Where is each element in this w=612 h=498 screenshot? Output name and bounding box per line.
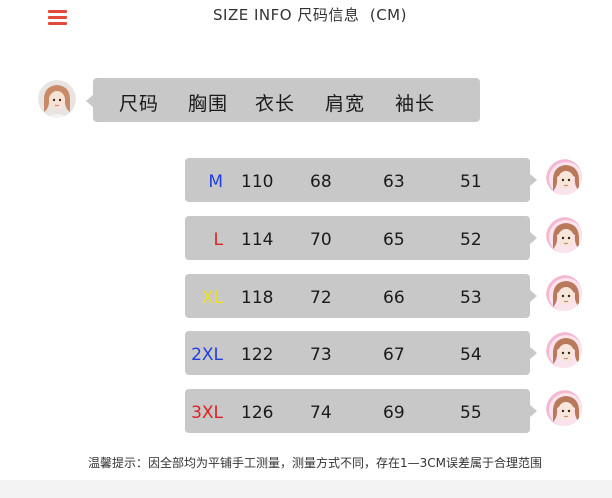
size-value-chest: 114: [241, 230, 274, 250]
size-value-chest: 126: [241, 403, 274, 423]
size-value-length: 72: [310, 288, 332, 308]
column-header-sleeve: 袖长: [395, 93, 436, 115]
size-row: 3XL 126 74 69 55: [185, 389, 537, 433]
column-header-bubble: 尺码 胸围 衣长 肩宽 袖长: [86, 78, 480, 122]
size-value-chest: 118: [241, 288, 274, 308]
size-row: L 114 70 65 52: [185, 216, 537, 260]
size-value-sleeve: 53: [460, 288, 482, 308]
size-value-chest: 122: [241, 345, 274, 365]
size-value-shoulder: 69: [383, 403, 405, 423]
size-value-shoulder: 65: [383, 230, 405, 250]
column-header-shoulder: 肩宽: [325, 93, 366, 115]
size-value-sleeve: 51: [460, 172, 482, 192]
size-value-sleeve: 54: [460, 345, 482, 365]
size-value-length: 74: [310, 403, 332, 423]
size-label: XL: [201, 288, 223, 308]
size-value-sleeve: 55: [460, 403, 482, 423]
size-value-length: 68: [310, 172, 332, 192]
size-value-chest: 110: [241, 172, 274, 192]
page-title: SIZE INFO 尺码信息 (CM): [213, 6, 407, 24]
column-header-chest: 胸围: [188, 93, 229, 115]
girl-avatar-icon: [546, 332, 582, 368]
size-label: M: [208, 172, 223, 192]
girl-avatar-icon: [546, 159, 582, 195]
size-value-sleeve: 52: [460, 230, 482, 250]
size-value-shoulder: 67: [383, 345, 405, 365]
size-row: XL 118 72 66 53: [185, 274, 537, 318]
girl-avatar-icon: [546, 390, 582, 426]
size-label: L: [213, 230, 223, 250]
column-header-size: 尺码: [119, 93, 160, 115]
girl-avatar-icon: [38, 80, 76, 118]
size-value-length: 70: [310, 230, 332, 250]
girl-avatar-icon: [546, 275, 582, 311]
column-header-length: 衣长: [255, 93, 296, 115]
size-row: 2XL 122 73 67 54: [185, 331, 537, 375]
size-value-shoulder: 66: [383, 288, 405, 308]
size-label: 2XL: [191, 345, 223, 365]
size-value-shoulder: 63: [383, 172, 405, 192]
measurement-note: 温馨提示：因全部均为平铺手工测量，测量方式不同，存在1—3CM误差属于合理范围: [87, 456, 542, 470]
size-value-length: 73: [310, 345, 332, 365]
bottom-band: [0, 480, 612, 498]
size-label: 3XL: [191, 403, 223, 423]
size-row: M 110 68 63 51: [185, 158, 537, 202]
girl-avatar-icon: [546, 217, 582, 253]
